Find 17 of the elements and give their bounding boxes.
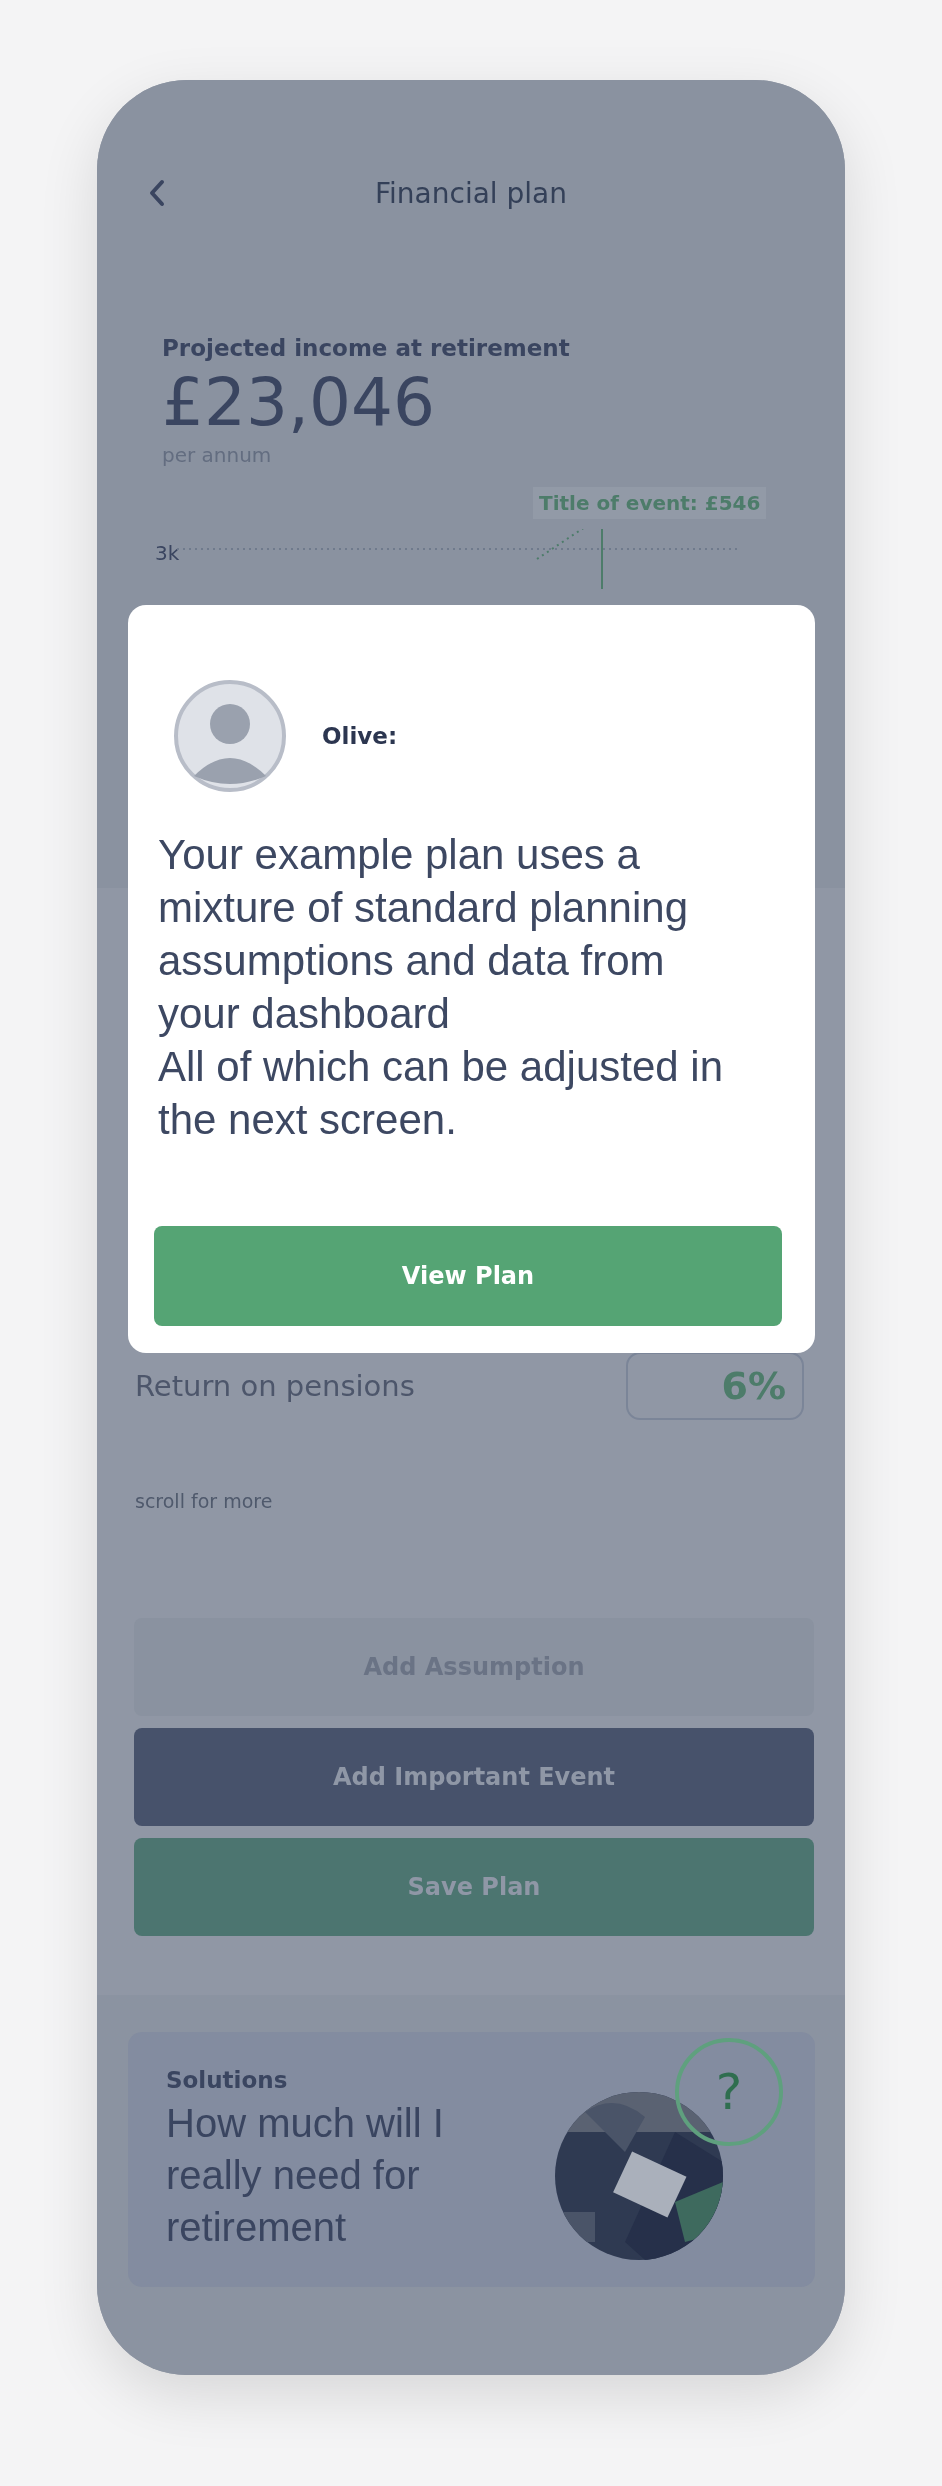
axis-label: 3k: [155, 541, 180, 565]
scroll-hint: scroll for more: [135, 1490, 274, 1512]
help-badge: ?: [675, 2037, 783, 2146]
action-button[interactable]: Add Important Event: [134, 1728, 814, 1826]
view-plan-button[interactable]: View Plan: [154, 1226, 782, 1326]
event-tooltip: Title of event: £546: [533, 487, 767, 519]
card-category: Solutions: [166, 2066, 289, 2093]
card-title: How much will I really need for retirement: [166, 2099, 445, 2251]
solutions-card[interactable]: Solutions How much will I really need for retirement ?: [128, 2032, 815, 2287]
assumption-label: Return on pensions: [135, 1369, 415, 1403]
action-button[interactable]: Save Plan: [134, 1838, 814, 1936]
dialog-message: Your example plan uses a mixture of standard planning assumptions and data from your dashboard All of which can be adjusted in the next screen.: [158, 830, 724, 1145]
screen-title: Financial plan: [374, 176, 568, 210]
back-icon[interactable]: [147, 178, 167, 208]
speaker-name: Olive:: [322, 723, 398, 749]
income-label: Projected income at retirement: [162, 335, 571, 361]
income-amount: £23,046: [162, 363, 436, 443]
